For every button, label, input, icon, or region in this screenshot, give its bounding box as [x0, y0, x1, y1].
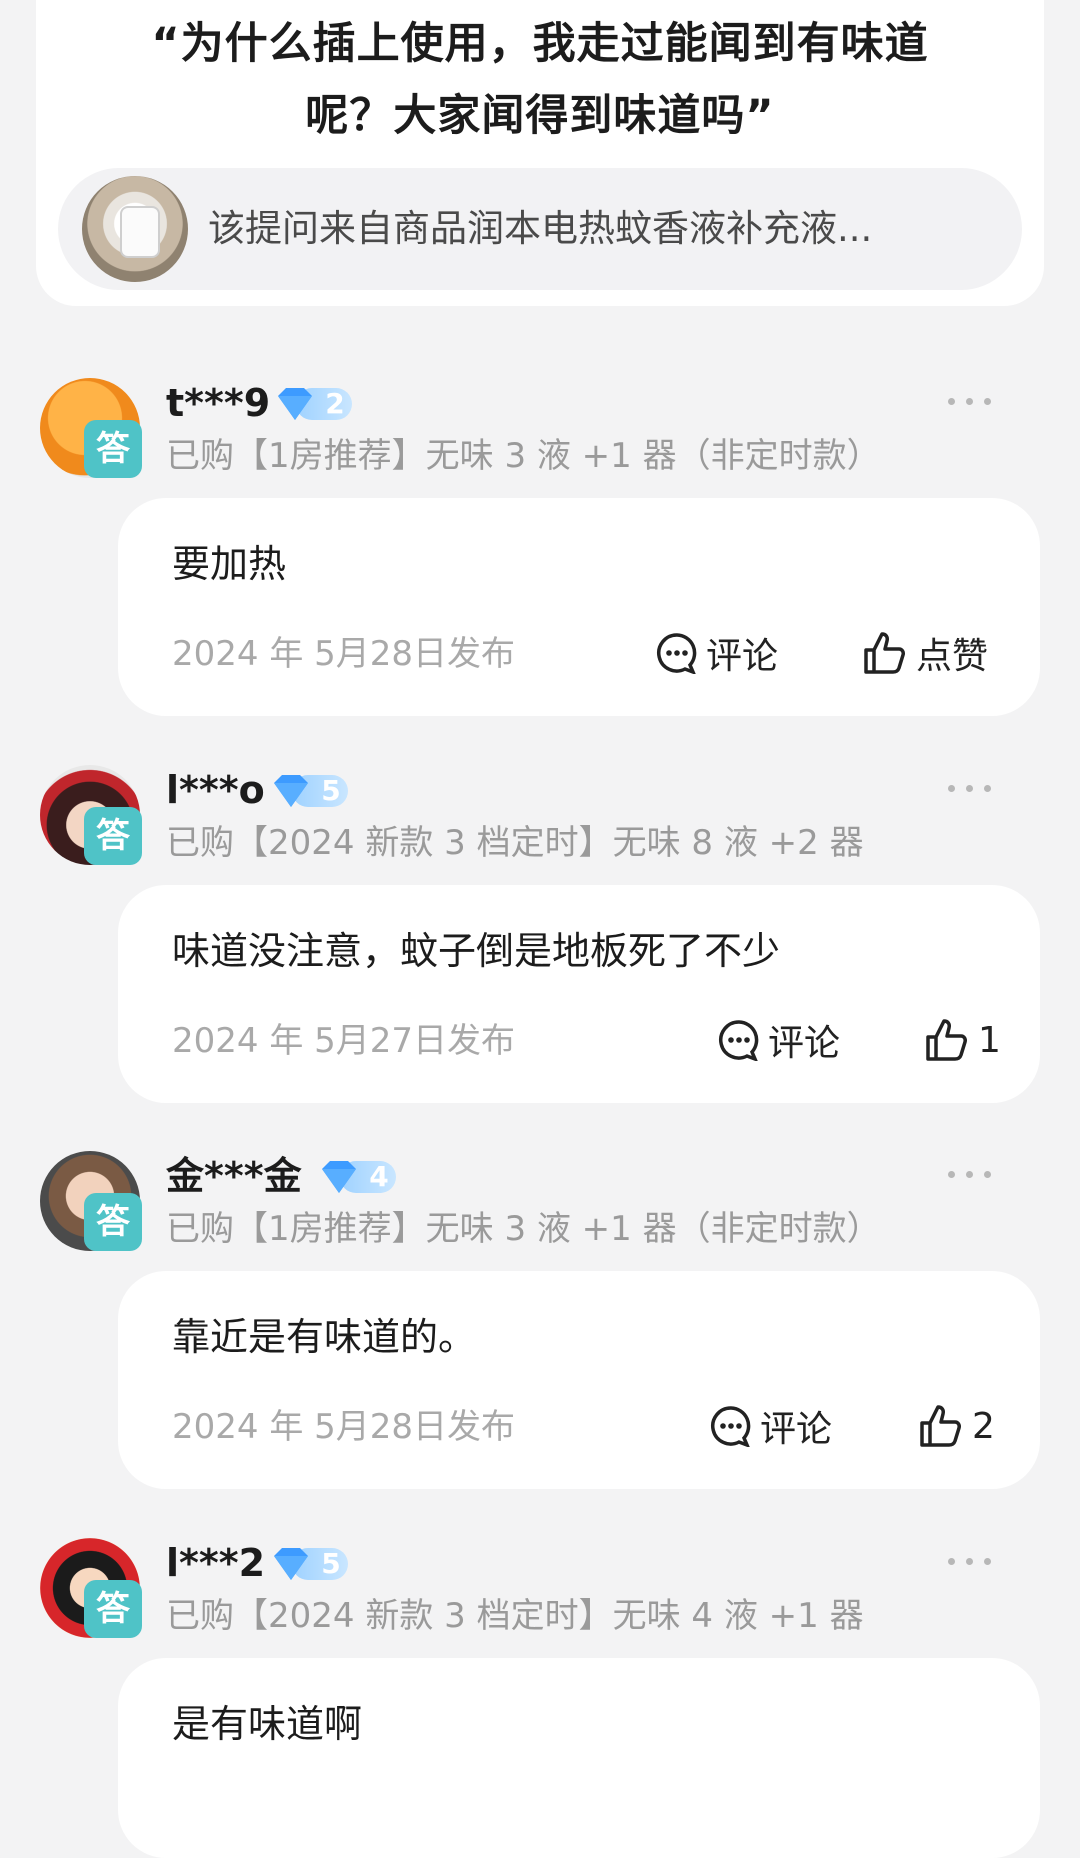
more-options-icon[interactable] [948, 781, 994, 795]
answer-bubble: 要加热 2024 年 5月28日发布 评论 点赞 [118, 498, 1040, 716]
answer-tag: 答 [84, 1580, 142, 1638]
like-count: 2 [972, 1405, 995, 1447]
comment-icon [719, 1020, 759, 1061]
post-date: 2024 年 5月28日发布 [172, 634, 516, 674]
diamond-icon [322, 1161, 356, 1193]
like-count: 1 [978, 1019, 1001, 1061]
thumbs-up-icon [920, 1405, 961, 1447]
avatar[interactable]: 答 [40, 378, 142, 478]
diamond-icon [274, 775, 308, 807]
question-line-2: 呢？大家闻得到味道吗” [305, 91, 775, 141]
more-options-icon[interactable] [948, 1167, 994, 1181]
answer-content: 是有味道啊 [172, 1702, 363, 1746]
avatar[interactable]: 答 [40, 1538, 142, 1638]
comment-button[interactable]: 评论 [718, 1013, 840, 1067]
answer-bubble: 是有味道啊 [118, 1658, 1040, 1858]
username: l***2 [166, 1541, 266, 1585]
comment-icon [657, 633, 697, 674]
level-badge: 5 [268, 1546, 350, 1582]
purchase-info: 已购【1房推荐】无味 3 液 +1 器（非定时款） [166, 1209, 881, 1249]
product-thumbnail [82, 176, 188, 282]
product-source-link[interactable]: 该提问来自商品润本电热蚊香液补充液... [58, 168, 1022, 290]
like-button[interactable]: 1 [924, 1013, 1001, 1067]
answer-content: 要加热 [172, 542, 287, 586]
username: 金***金 [166, 1154, 302, 1198]
more-options-icon[interactable] [948, 394, 994, 408]
avatar[interactable]: 答 [40, 765, 142, 865]
more-options-icon[interactable] [948, 1554, 994, 1568]
comment-button[interactable]: 评论 [710, 1399, 832, 1453]
purchase-info: 已购【2024 新款 3 档定时】无味 8 液 +2 器 [166, 823, 864, 863]
answer-content: 靠近是有味道的。 [172, 1315, 477, 1359]
answer-bubble: 靠近是有味道的。 2024 年 5月28日发布 评论 2 [118, 1271, 1040, 1489]
username: l***o [166, 768, 265, 812]
answer-tag: 答 [84, 807, 142, 865]
answer-tag: 答 [84, 420, 142, 478]
comment-icon [711, 1406, 751, 1447]
thumbs-up-icon [926, 1019, 967, 1061]
avatar[interactable]: 答 [40, 1151, 142, 1251]
comment-button[interactable]: 评论 [656, 626, 778, 680]
level-badge: 4 [316, 1159, 398, 1195]
purchase-info: 已购【1房推荐】无味 3 液 +1 器（非定时款） [166, 436, 881, 476]
question-line-1: “为什么插上使用，我走过能闻到有味道 [151, 19, 929, 69]
level-badge: 5 [268, 773, 350, 809]
question-card: “为什么插上使用，我走过能闻到有味道 呢？大家闻得到味道吗” 该提问来自商品润本… [36, 0, 1044, 306]
question-title: “为什么插上使用，我走过能闻到有味道 呢？大家闻得到味道吗” [96, 8, 984, 152]
like-button[interactable]: 2 [918, 1399, 995, 1453]
answer-tag: 答 [84, 1193, 142, 1251]
product-source-text: 该提问来自商品润本电热蚊香液补充液... [208, 207, 873, 250]
thumbs-up-icon [864, 632, 905, 674]
purchase-info: 已购【2024 新款 3 档定时】无味 4 液 +1 器 [166, 1596, 864, 1636]
answer-content: 味道没注意，蚊子倒是地板死了不少 [172, 929, 781, 973]
diamond-icon [274, 1548, 308, 1580]
answer-bubble: 味道没注意，蚊子倒是地板死了不少 2024 年 5月27日发布 评论 1 [118, 885, 1040, 1103]
diamond-icon [278, 388, 312, 420]
level-badge: 2 [272, 386, 354, 422]
post-date: 2024 年 5月27日发布 [172, 1021, 516, 1061]
username: t***9 [166, 381, 271, 425]
like-button[interactable]: 点赞 [862, 626, 988, 680]
post-date: 2024 年 5月28日发布 [172, 1407, 516, 1447]
